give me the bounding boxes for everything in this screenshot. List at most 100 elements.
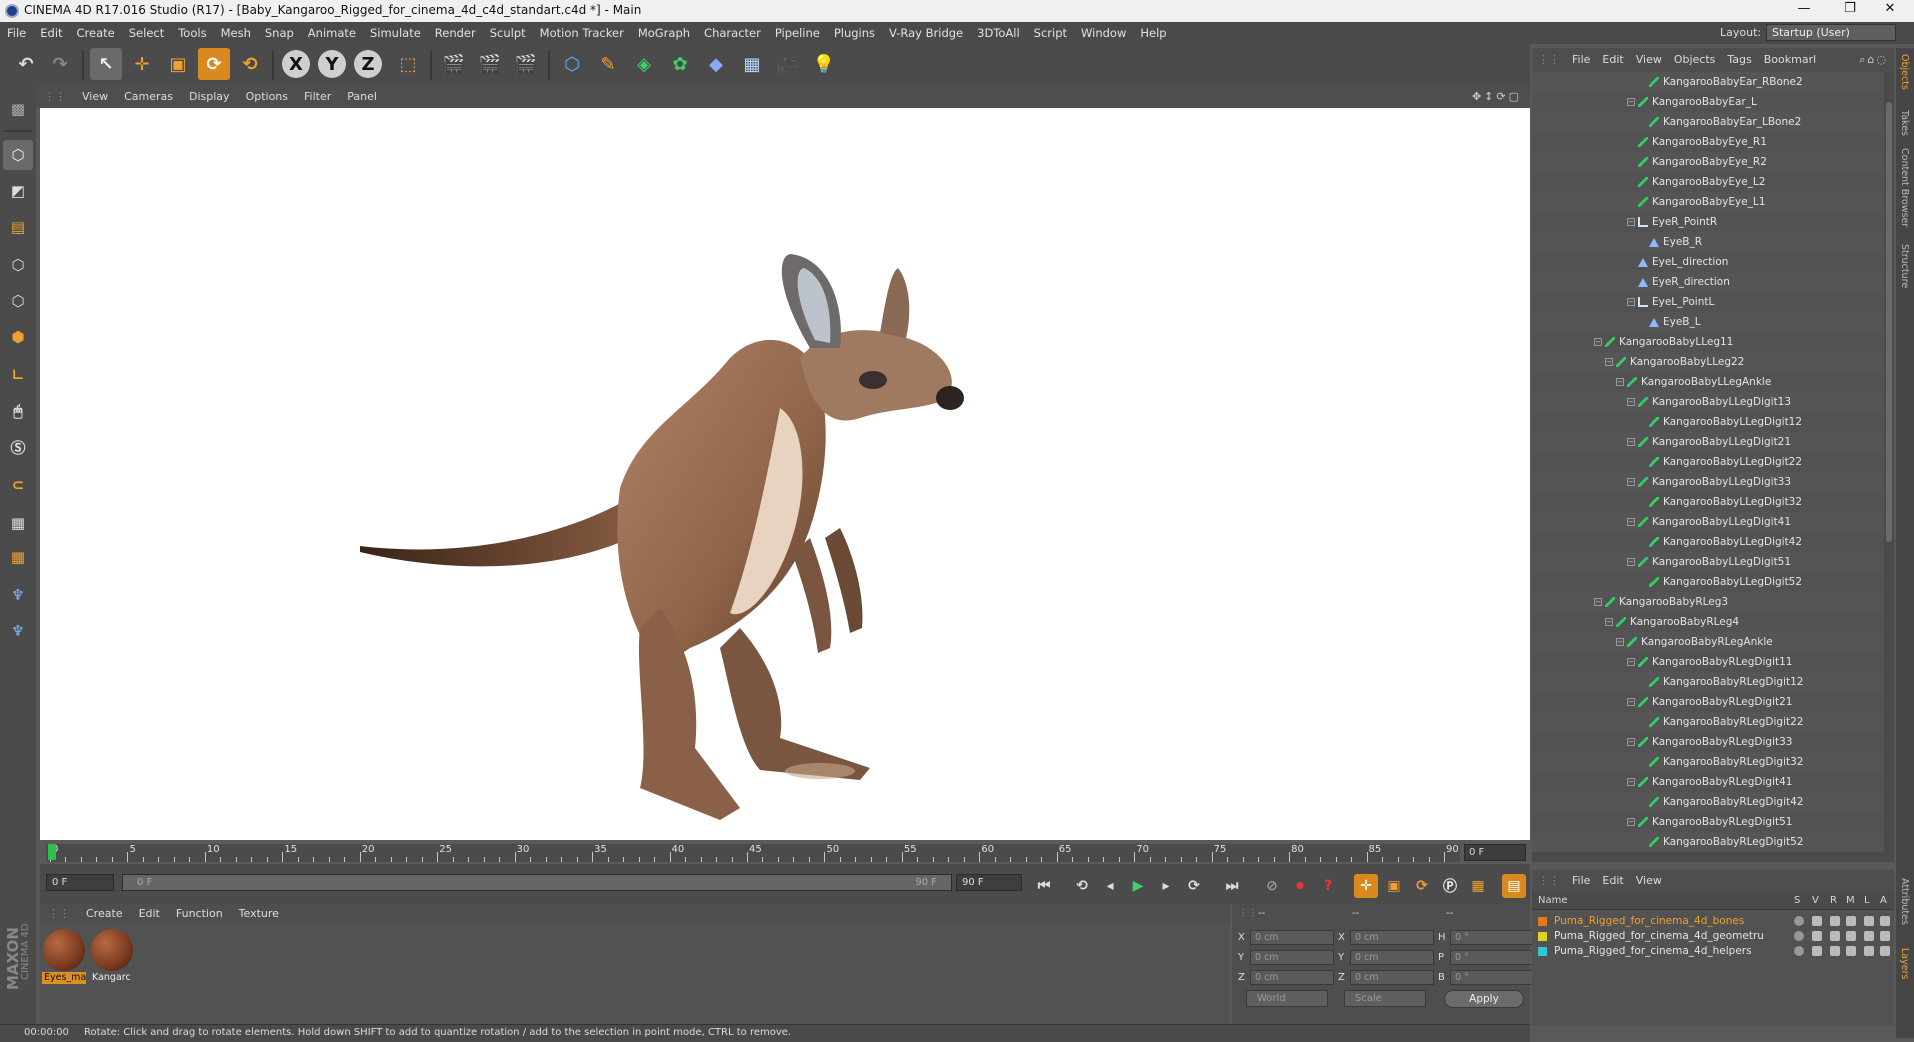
layers-menu-view[interactable]: View	[1630, 870, 1668, 892]
object-tree-row[interactable]: − KangarooBabyLLegDigit41	[1532, 512, 1884, 532]
menu-script[interactable]: Script	[1027, 22, 1074, 44]
close-button[interactable]: ✕	[1870, 1, 1910, 21]
cube-primitive-icon[interactable]: ⬡	[556, 48, 588, 80]
layer-row[interactable]: Puma_Rigged_for_cinema_4d_bones	[1532, 914, 1894, 929]
tab-objects[interactable]: Objects	[1899, 54, 1910, 90]
deformer-icon[interactable]: ◆	[700, 48, 732, 80]
object-tree-row[interactable]: EyeB_L	[1532, 312, 1884, 332]
restore-button[interactable]: ❐	[1830, 1, 1870, 21]
menu-edit[interactable]: Edit	[33, 22, 69, 44]
object-tree-row[interactable]: − KangarooBabyRLeg4	[1532, 612, 1884, 632]
next-frame-icon[interactable]: ▸	[1154, 874, 1178, 898]
scrollbar-thumb[interactable]	[1886, 102, 1892, 542]
move-icon[interactable]: ✛	[126, 48, 158, 80]
tree-collapse-icon[interactable]: −	[1627, 778, 1635, 786]
subdivision-surface-icon[interactable]: ◈	[628, 48, 660, 80]
object-tree-row[interactable]: − KangarooBabyRLegDigit51	[1532, 812, 1884, 832]
key-parameter-icon[interactable]: Ⓟ	[1438, 874, 1462, 898]
frame-range-slider[interactable]: 0 F 90 F	[122, 874, 952, 891]
object-tree-hscrollbar[interactable]	[1532, 852, 1894, 862]
redo-icon[interactable]: ↷	[44, 48, 76, 80]
menu-create[interactable]: Create	[70, 22, 122, 44]
menu-help[interactable]: Help	[1133, 22, 1173, 44]
key-scale-icon[interactable]: ▣	[1382, 874, 1406, 898]
layers-menu-edit[interactable]: Edit	[1596, 870, 1629, 892]
tree-collapse-icon[interactable]: −	[1616, 378, 1624, 386]
tab-content-browser[interactable]: Content Browser	[1899, 148, 1910, 227]
rotation-h-field[interactable]: 0 °	[1450, 930, 1534, 945]
object-tree-row[interactable]: KangarooBabyRLegDigit12	[1532, 672, 1884, 692]
rotation-b-field[interactable]: 0 °	[1450, 970, 1534, 985]
make-editable-icon[interactable]: ▩	[3, 94, 33, 124]
keyframe-selection-icon[interactable]: ?	[1316, 874, 1340, 898]
layout-select[interactable]: Startup (User)	[1766, 24, 1896, 41]
viewport-menu-panel[interactable]: Panel	[339, 86, 385, 108]
object-tree-row[interactable]: − KangarooBabyLLegDigit33	[1532, 472, 1884, 492]
tree-collapse-icon[interactable]: −	[1605, 618, 1613, 626]
snapping-icon[interactable]: Ⓢ	[3, 432, 33, 462]
viewport-menu-cameras[interactable]: Cameras	[116, 86, 181, 108]
object-tree-row[interactable]: KangarooBabyEar_RBone2	[1532, 72, 1884, 92]
render-picture-viewer-icon[interactable]: 🎬	[474, 48, 506, 80]
cloner-icon[interactable]: ✿	[664, 48, 696, 80]
current-frame-field[interactable]: 0 F	[1464, 844, 1526, 861]
object-tree-row[interactable]: KangarooBabyEar_LBone2	[1532, 112, 1884, 132]
objects-menu-file[interactable]: File	[1566, 48, 1596, 72]
tree-collapse-icon[interactable]: −	[1627, 558, 1635, 566]
model-mode-icon[interactable]: ⬡	[3, 140, 33, 170]
object-tree-row[interactable]: EyeB_R	[1532, 232, 1884, 252]
object-tree-row[interactable]: KangarooBabyLLegDigit42	[1532, 532, 1884, 552]
layer-toggle-icon[interactable]	[1880, 916, 1890, 926]
tree-collapse-icon[interactable]: −	[1627, 218, 1635, 226]
object-tree-row[interactable]: − KangarooBabyRLegDigit21	[1532, 692, 1884, 712]
object-tree-row[interactable]: KangarooBabyEye_R1	[1532, 132, 1884, 152]
layer-row[interactable]: Puma_Rigged_for_cinema_4d_geometru	[1532, 929, 1894, 944]
layer-toggle-icon[interactable]	[1812, 916, 1822, 926]
object-tree-row[interactable]: − KangarooBabyRLeg3	[1532, 592, 1884, 612]
y-axis-lock-icon[interactable]: Y	[318, 50, 346, 78]
object-tree-row[interactable]: − KangarooBabyLLegAnkle	[1532, 372, 1884, 392]
axis-mode-icon[interactable]: ∟	[3, 360, 33, 390]
objects-menu-view[interactable]: View	[1630, 48, 1668, 72]
previous-key-icon[interactable]: ⟲	[1070, 874, 1094, 898]
layer-color-swatch[interactable]	[1538, 917, 1547, 926]
key-point-level-icon[interactable]: ▦	[1466, 874, 1490, 898]
layer-toggle-icon[interactable]	[1812, 931, 1822, 941]
coordinate-mode-select[interactable]: World	[1246, 990, 1328, 1007]
object-tree-row[interactable]: KangarooBabyLLegDigit32	[1532, 492, 1884, 512]
position-y-field[interactable]: 0 cm	[1250, 950, 1334, 965]
tree-collapse-icon[interactable]: −	[1627, 438, 1635, 446]
layers-menu-file[interactable]: File	[1566, 870, 1596, 892]
object-tree-row[interactable]: − EyeR_PointR	[1532, 212, 1884, 232]
go-to-start-icon[interactable]: ⏮	[1032, 874, 1056, 898]
minimize-button[interactable]: —	[1784, 1, 1824, 21]
layer-toggle-icon[interactable]	[1846, 931, 1856, 941]
object-tree-row[interactable]: KangarooBabyRLegDigit52	[1532, 832, 1884, 852]
tweak-mode-icon[interactable]: 🖱	[3, 396, 33, 426]
viewport-menu-display[interactable]: Display	[181, 86, 238, 108]
layer-toggle-icon[interactable]	[1794, 916, 1804, 926]
objects-menu-edit[interactable]: Edit	[1596, 48, 1629, 72]
timeline-playhead[interactable]	[48, 844, 56, 860]
menu-mograph[interactable]: MoGraph	[631, 22, 697, 44]
material-menu-function[interactable]: Function	[168, 904, 231, 924]
polygons-mode-icon[interactable]: ⬢	[3, 322, 33, 352]
rotation-p-field[interactable]: 0 °	[1450, 950, 1534, 965]
points-mode-icon[interactable]: ⬡	[3, 250, 33, 280]
layer-toggle-icon[interactable]	[1830, 916, 1840, 926]
floor-icon[interactable]: ▦	[736, 48, 768, 80]
layer-toggle-icon[interactable]	[1812, 946, 1822, 956]
z-axis-lock-icon[interactable]: Z	[354, 50, 382, 78]
previous-frame-icon[interactable]: ◂	[1098, 874, 1122, 898]
object-tree-row[interactable]: EyeR_direction	[1532, 272, 1884, 292]
rotate-icon[interactable]: ⟳	[198, 48, 230, 80]
record-keys-icon[interactable]: ⊘	[1260, 874, 1284, 898]
go-to-end-icon[interactable]: ⏭	[1220, 874, 1244, 898]
tab-takes[interactable]: Takes	[1899, 110, 1910, 136]
position-z-field[interactable]: 0 cm	[1250, 970, 1334, 985]
magnet-icon[interactable]: ⊂	[3, 470, 33, 500]
live-selection-icon[interactable]: ↖	[90, 48, 122, 80]
viewport-menu-options[interactable]: Options	[238, 86, 296, 108]
object-tree-row[interactable]: KangarooBabyEye_L1	[1532, 192, 1884, 212]
layer-row[interactable]: Puma_Rigged_for_cinema_4d_helpers	[1532, 944, 1894, 959]
